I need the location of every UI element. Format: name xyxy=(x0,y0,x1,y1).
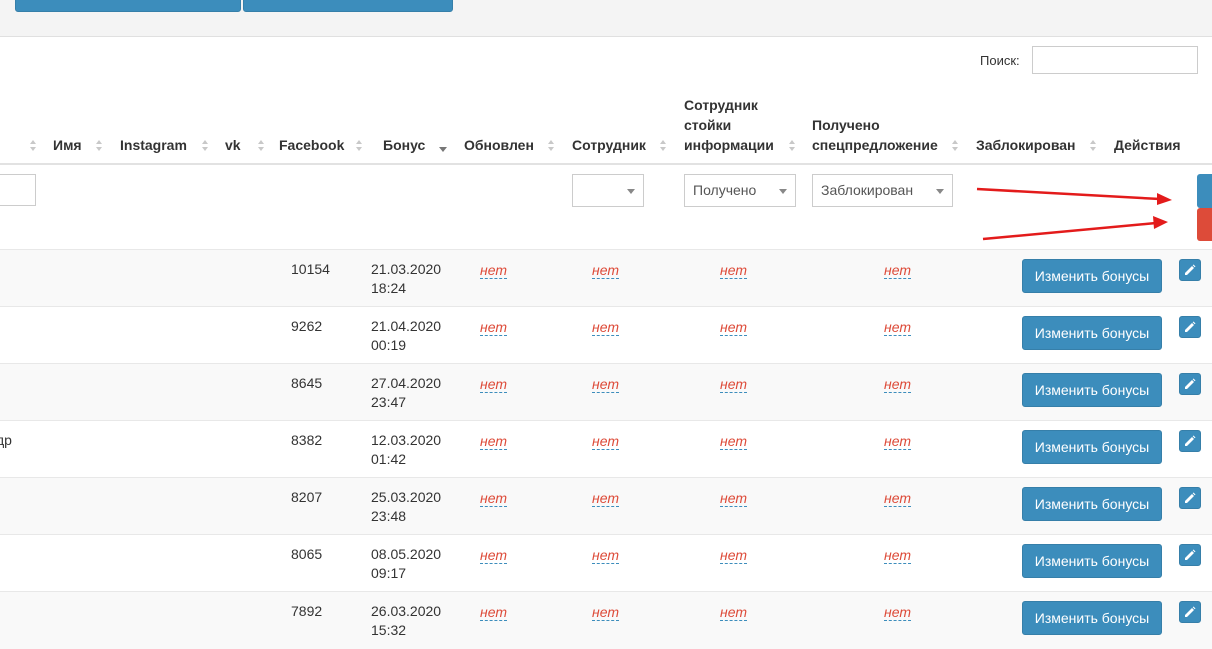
editable-value[interactable]: нет xyxy=(720,605,747,621)
updated-time: 18:24 xyxy=(371,280,407,296)
change-bonus-button[interactable]: Изменить бонусы xyxy=(1022,373,1162,407)
editable-value[interactable]: нет xyxy=(480,377,507,393)
editable-value[interactable]: нет xyxy=(592,320,619,336)
edit-button[interactable] xyxy=(1179,373,1201,395)
edit-button[interactable] xyxy=(1179,259,1201,281)
updated-date: 27.04.2020 xyxy=(371,375,442,391)
edit-button[interactable] xyxy=(1179,430,1201,452)
annotation-arrow-2 xyxy=(982,216,1168,241)
editable-value[interactable]: нет xyxy=(592,548,619,564)
edit-button[interactable] xyxy=(1179,544,1201,566)
editable-value[interactable]: нет xyxy=(720,377,747,393)
cell-updated: 21.03.2020 18:24 xyxy=(371,260,441,298)
table-row: 8065 08.05.2020 09:17 нет нет нет нет Изменить … xyxy=(0,534,1212,592)
editable-value[interactable]: нет xyxy=(884,263,911,279)
table-row: 8207 25.03.2020 23:48 нет нет нет нет Изменить … xyxy=(0,477,1212,535)
editable-value[interactable]: нет xyxy=(592,605,619,621)
editable-value[interactable]: нет xyxy=(480,548,507,564)
change-bonus-button[interactable]: Изменить бонусы xyxy=(1022,487,1162,521)
updated-date: 26.03.2020 xyxy=(371,603,442,619)
editable-value[interactable]: нет xyxy=(480,320,507,336)
updated-date: 12.03.2020 xyxy=(371,432,442,448)
cell-bonus: 8065 xyxy=(291,546,323,562)
cell-bonus: 7892 xyxy=(291,603,323,619)
editable-value[interactable]: нет xyxy=(720,434,747,450)
pencil-icon xyxy=(1185,264,1196,275)
updated-date: 25.03.2020 xyxy=(371,489,442,505)
pencil-icon xyxy=(1185,435,1196,446)
editable-value[interactable]: нет xyxy=(884,548,911,564)
edit-button[interactable] xyxy=(1179,487,1201,509)
updated-date: 21.04.2020 xyxy=(371,318,442,334)
cell-updated: 25.03.2020 23:48 xyxy=(371,488,441,526)
table-row: 8645 27.04.2020 23:47 нет нет нет нет Изменить … xyxy=(0,363,1212,421)
editable-value[interactable]: нет xyxy=(592,491,619,507)
change-bonus-button[interactable]: Изменить бонусы xyxy=(1022,430,1162,464)
cell-bonus: 10154 xyxy=(291,261,330,277)
editable-value[interactable]: нет xyxy=(592,377,619,393)
updated-time: 23:48 xyxy=(371,508,407,524)
updated-date: 21.03.2020 xyxy=(371,261,442,277)
cell-updated: 08.05.2020 09:17 xyxy=(371,545,441,583)
annotation-arrow-1 xyxy=(976,187,1172,205)
editable-value[interactable]: нет xyxy=(720,320,747,336)
change-bonus-button[interactable]: Изменить бонусы xyxy=(1022,259,1162,293)
editable-value[interactable]: нет xyxy=(480,263,507,279)
editable-value[interactable]: нет xyxy=(720,491,747,507)
change-bonus-button[interactable]: Изменить бонусы xyxy=(1022,601,1162,635)
editable-value[interactable]: нет xyxy=(884,320,911,336)
pencil-icon xyxy=(1185,378,1196,389)
editable-value[interactable]: нет xyxy=(480,605,507,621)
editable-value[interactable]: нет xyxy=(592,263,619,279)
cell-name: др xyxy=(0,432,12,448)
editable-value[interactable]: нет xyxy=(480,491,507,507)
table-row: др 8382 12.03.2020 01:42 нет нет нет нет Изменит… xyxy=(0,420,1212,478)
cell-bonus: 8645 xyxy=(291,375,323,391)
updated-time: 09:17 xyxy=(371,565,407,581)
cell-updated: 12.03.2020 01:42 xyxy=(371,431,441,469)
cell-updated: 26.03.2020 15:32 xyxy=(371,602,441,640)
edit-button[interactable] xyxy=(1179,316,1201,338)
editable-value[interactable]: нет xyxy=(884,491,911,507)
cell-bonus: 8207 xyxy=(291,489,323,505)
updated-time: 01:42 xyxy=(371,451,407,467)
pencil-icon xyxy=(1185,606,1196,617)
updated-date: 08.05.2020 xyxy=(371,546,442,562)
pencil-icon xyxy=(1185,492,1196,503)
updated-time: 00:19 xyxy=(371,337,407,353)
cell-bonus: 9262 xyxy=(291,318,323,334)
change-bonus-button[interactable]: Изменить бонусы xyxy=(1022,316,1162,350)
cell-bonus: 8382 xyxy=(291,432,323,448)
change-bonus-button[interactable]: Изменить бонусы xyxy=(1022,544,1162,578)
pencil-icon xyxy=(1185,321,1196,332)
pencil-icon xyxy=(1185,549,1196,560)
updated-time: 15:32 xyxy=(371,622,407,638)
edit-button[interactable] xyxy=(1179,601,1201,623)
updated-time: 23:47 xyxy=(371,394,407,410)
editable-value[interactable]: нет xyxy=(480,434,507,450)
table-row: 9262 21.04.2020 00:19 нет нет нет нет Изменить … xyxy=(0,306,1212,364)
editable-value[interactable]: нет xyxy=(592,434,619,450)
editable-value[interactable]: нет xyxy=(884,605,911,621)
editable-value[interactable]: нет xyxy=(720,263,747,279)
table-row: 7892 26.03.2020 15:32 нет нет нет нет Изменить … xyxy=(0,591,1212,649)
cell-updated: 21.04.2020 00:19 xyxy=(371,317,441,355)
cell-updated: 27.04.2020 23:47 xyxy=(371,374,441,412)
editable-value[interactable]: нет xyxy=(884,377,911,393)
editable-value[interactable]: нет xyxy=(884,434,911,450)
table-row: 10154 21.03.2020 18:24 нет нет нет нет Изменить… xyxy=(0,249,1212,307)
editable-value[interactable]: нет xyxy=(720,548,747,564)
